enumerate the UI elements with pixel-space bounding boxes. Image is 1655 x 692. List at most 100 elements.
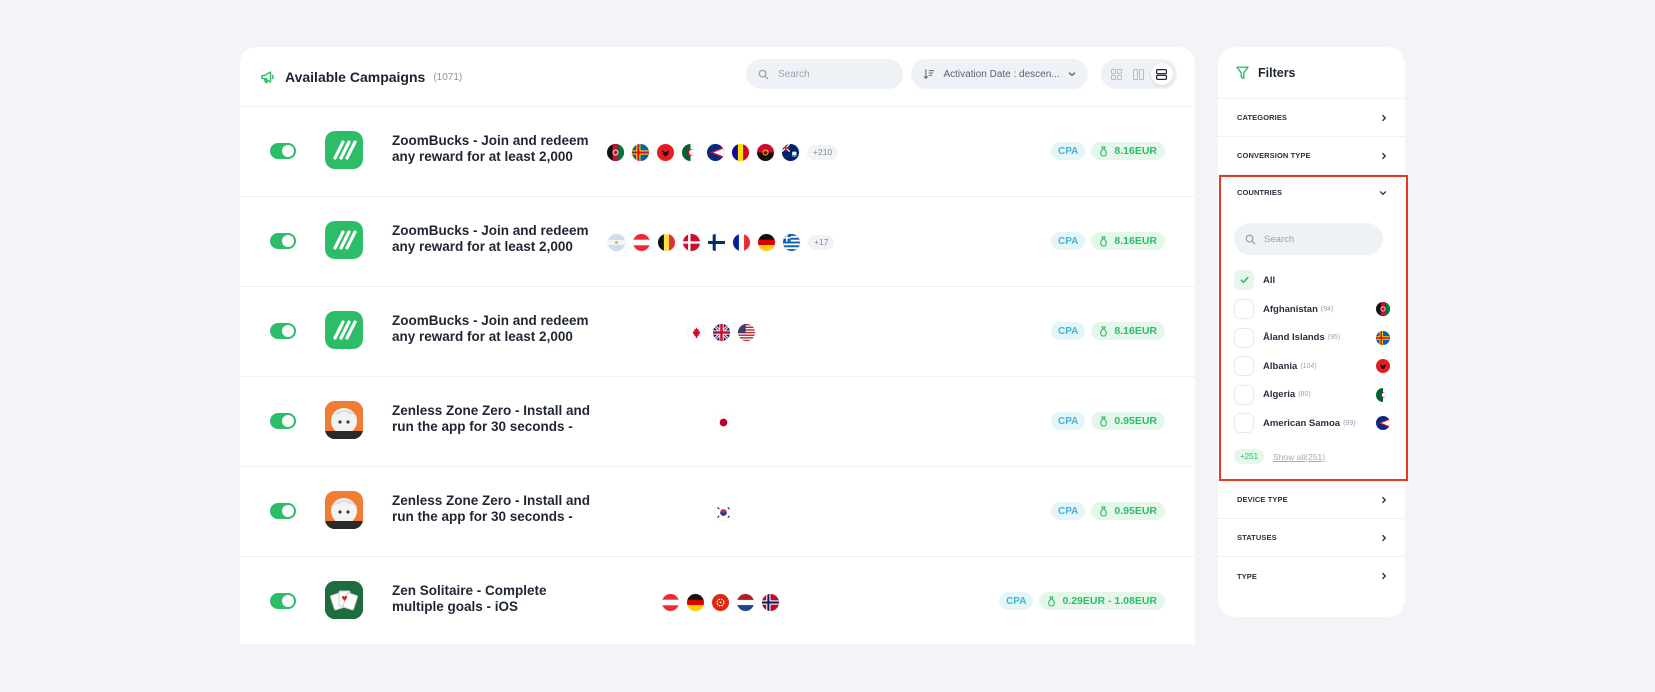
sort-dropdown[interactable]: Activation Date : descen... [911, 59, 1088, 89]
conversion-type-badge: CPA [1051, 232, 1086, 250]
filters-title: Filters [1258, 65, 1296, 80]
show-all-link[interactable]: Show all(251) [1273, 452, 1325, 462]
payout-amount: 8.16EUR [1114, 325, 1157, 337]
country-option[interactable]: American Samoa (99) [1234, 412, 1397, 434]
country-count: (80) [1298, 391, 1311, 398]
campaign-title[interactable]: ZoomBucks - Join and redeem any reward f… [392, 313, 592, 345]
search-icon [758, 69, 769, 79]
megaphone-icon [260, 69, 276, 85]
country-search-input[interactable] [1264, 233, 1374, 245]
country-checkbox[interactable] [1234, 299, 1254, 319]
campaign-countries [715, 413, 732, 431]
flag-angola-icon [757, 143, 774, 161]
search-input[interactable] [778, 68, 898, 80]
flag-belgium-icon [658, 233, 675, 251]
country-option[interactable]: Algeria (80) [1234, 384, 1397, 406]
conversion-type-badge: CPA [1051, 412, 1086, 430]
country-checkbox[interactable] [1234, 356, 1254, 376]
campaign-row[interactable]: ZoomBucks - Join and redeem any reward f… [240, 107, 1195, 197]
campaign-row[interactable]: ZoomBucks - Join and redeem any reward f… [240, 287, 1195, 377]
campaign-row[interactable]: ZoomBucks - Join and redeem any reward f… [240, 197, 1195, 287]
payout-amount: 0.29EUR - 1.08EUR [1062, 595, 1157, 607]
country-count: (94) [1320, 305, 1334, 313]
campaign-toggle[interactable] [270, 233, 296, 249]
campaigns-header: Available Campaigns (1071) Activation Da… [240, 47, 1195, 107]
flag-canada-icon [688, 323, 705, 341]
campaign-search[interactable] [746, 59, 903, 89]
campaign-toggle[interactable] [270, 593, 296, 609]
campaign-list: ZoomBucks - Join and redeem any reward f… [240, 107, 1195, 644]
campaign-countries: +210 [607, 143, 839, 161]
more-flags-badge: +17 [808, 234, 835, 250]
country-more-row: +251 Show all(251) [1234, 449, 1325, 464]
campaign-title[interactable]: Zenless Zone Zero - Install and run the … [392, 493, 592, 525]
flag-american-samoa-icon [1376, 416, 1390, 430]
campaign-countries [662, 593, 779, 611]
flag-anguilla-icon [782, 143, 799, 161]
campaign-row[interactable]: Zenless Zone Zero - Install and run the … [240, 377, 1195, 467]
country-option[interactable]: Åland Islands (95) [1234, 327, 1397, 349]
search-icon [1245, 234, 1256, 244]
campaign-title[interactable]: ZoomBucks - Join and redeem any reward f… [392, 133, 592, 165]
campaign-toggle[interactable] [270, 503, 296, 519]
zenless-zone-zero-logo [325, 401, 363, 439]
chevron-down-icon [1068, 70, 1076, 78]
flag-united-states-icon [738, 323, 755, 341]
payout-amount: 8.16EUR [1114, 235, 1157, 247]
campaign-toggle[interactable] [270, 323, 296, 339]
campaign-toggle[interactable] [270, 413, 296, 429]
country-option[interactable]: Afghanistan (94) [1234, 298, 1397, 320]
filter-section-statuses[interactable]: STATUSES [1218, 519, 1405, 557]
grid-view-icon[interactable] [1105, 63, 1127, 85]
filter-section-conversion-type[interactable]: CONVERSION TYPE [1218, 137, 1405, 175]
flag-greece-icon [783, 233, 800, 251]
country-option-all[interactable]: All [1234, 269, 1397, 291]
country-search[interactable] [1234, 223, 1383, 255]
zoombucks-logo [325, 131, 363, 169]
filters-panel: Filters CATEGORIES CONVERSION TYPE COUNT… [1218, 47, 1408, 617]
list-view-icon[interactable] [1150, 63, 1173, 85]
svg-text:♥: ♥ [341, 595, 347, 603]
country-checkbox[interactable] [1234, 327, 1254, 348]
flag-andorra-icon [732, 143, 749, 161]
country-option[interactable]: Albania (104) [1234, 355, 1397, 377]
all-checkbox[interactable] [1234, 270, 1254, 290]
flag-netherlands-icon [737, 593, 754, 611]
zoombucks-logo [325, 311, 363, 349]
flag-austria-icon [633, 233, 650, 251]
filter-section-countries[interactable]: COUNTRIES [1221, 177, 1406, 207]
campaign-row[interactable]: ♥ Zen Solitaire - Complete multiple goals… [240, 557, 1195, 644]
flag-algeria-icon [682, 143, 699, 161]
flag-albania-icon [657, 143, 674, 161]
campaign-title[interactable]: Zenless Zone Zero - Install and run the … [392, 403, 592, 435]
conversion-type-badge: CPA [999, 592, 1034, 610]
country-name: Albania [1263, 360, 1298, 372]
country-all-label: All [1263, 274, 1276, 286]
flag-argentina-icon [608, 233, 625, 251]
filter-section-device-type[interactable]: DEVICE TYPE [1218, 481, 1405, 519]
countries-filter-highlight: COUNTRIES All Afghanistan(94) Åland Islan… [1219, 175, 1408, 481]
flag-american-samoa-icon [707, 143, 724, 161]
section-label: DEVICE TYPE [1237, 495, 1288, 504]
country-name: American Samoa [1263, 417, 1341, 429]
flag-france-icon [733, 233, 750, 251]
campaign-title[interactable]: Zen Solitaire - Complete multiple goals … [392, 583, 592, 615]
campaign-countries [715, 503, 732, 521]
filter-section-categories[interactable]: CATEGORIES [1218, 99, 1405, 137]
campaign-badges: CPA 0.95EUR [1051, 502, 1165, 520]
money-bag-icon [1100, 235, 1108, 247]
campaign-row[interactable]: Zenless Zone Zero - Install and run the … [240, 467, 1195, 557]
zoombucks-logo [325, 221, 363, 259]
chevron-right-icon [1381, 147, 1387, 165]
section-label: CONVERSION TYPE [1237, 151, 1311, 160]
filter-section-type[interactable]: TYPE [1218, 557, 1405, 595]
columns-view-icon[interactable] [1128, 63, 1150, 85]
chevron-right-icon [1381, 109, 1387, 127]
campaign-title[interactable]: ZoomBucks - Join and redeem any reward f… [392, 223, 592, 255]
campaign-badges: CPA 8.16EUR [1051, 142, 1165, 160]
flag-germany-icon [687, 593, 704, 611]
country-checkbox[interactable] [1234, 413, 1254, 433]
campaign-toggle[interactable] [270, 143, 296, 159]
conversion-type-badge: CPA [1051, 502, 1086, 520]
country-checkbox[interactable] [1234, 384, 1254, 405]
